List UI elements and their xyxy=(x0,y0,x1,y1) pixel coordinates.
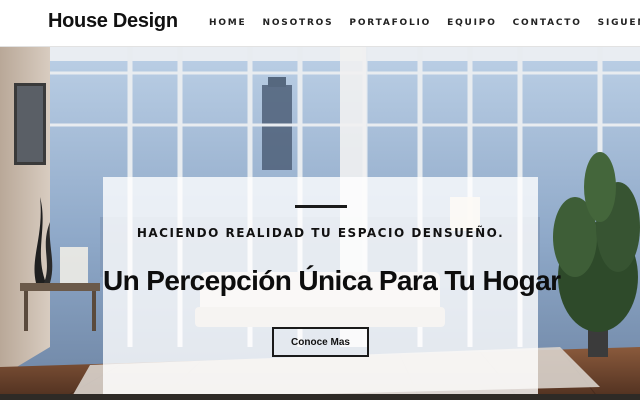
nav-portafolio[interactable]: PORTAFOLIO xyxy=(349,18,431,28)
nav-equipo[interactable]: EQUIPO xyxy=(447,18,497,28)
brand-logo[interactable]: House Design xyxy=(48,10,178,33)
hero-tagline: HACIENDO REALIDAD TU ESPACIO DENSUEÑO. xyxy=(136,226,505,240)
conoce-mas-button[interactable]: Conoce Mas xyxy=(272,327,369,357)
page-bottom-edge xyxy=(0,394,640,400)
hero-overlay-card: HACIENDO REALIDAD TU ESPACIO DENSUEÑO. U… xyxy=(103,177,561,400)
nav-siguenos[interactable]: SIGUENOS xyxy=(598,18,640,28)
nav-home[interactable]: HOME xyxy=(209,18,247,28)
hero-section: HACIENDO REALIDAD TU ESPACIO DENSUEÑO. U… xyxy=(0,47,640,400)
hero-divider xyxy=(295,205,347,208)
hero-headline: Un Percepción Única Para Tu Hogar xyxy=(103,265,561,296)
nav-nosotros[interactable]: NOSOTROS xyxy=(263,18,334,28)
main-nav: HOME NOSOTROS PORTAFOLIO EQUIPO CONTACTO… xyxy=(209,18,640,28)
nav-contacto[interactable]: CONTACTO xyxy=(513,18,582,28)
top-navbar: House Design HOME NOSOTROS PORTAFOLIO EQ… xyxy=(0,0,640,47)
